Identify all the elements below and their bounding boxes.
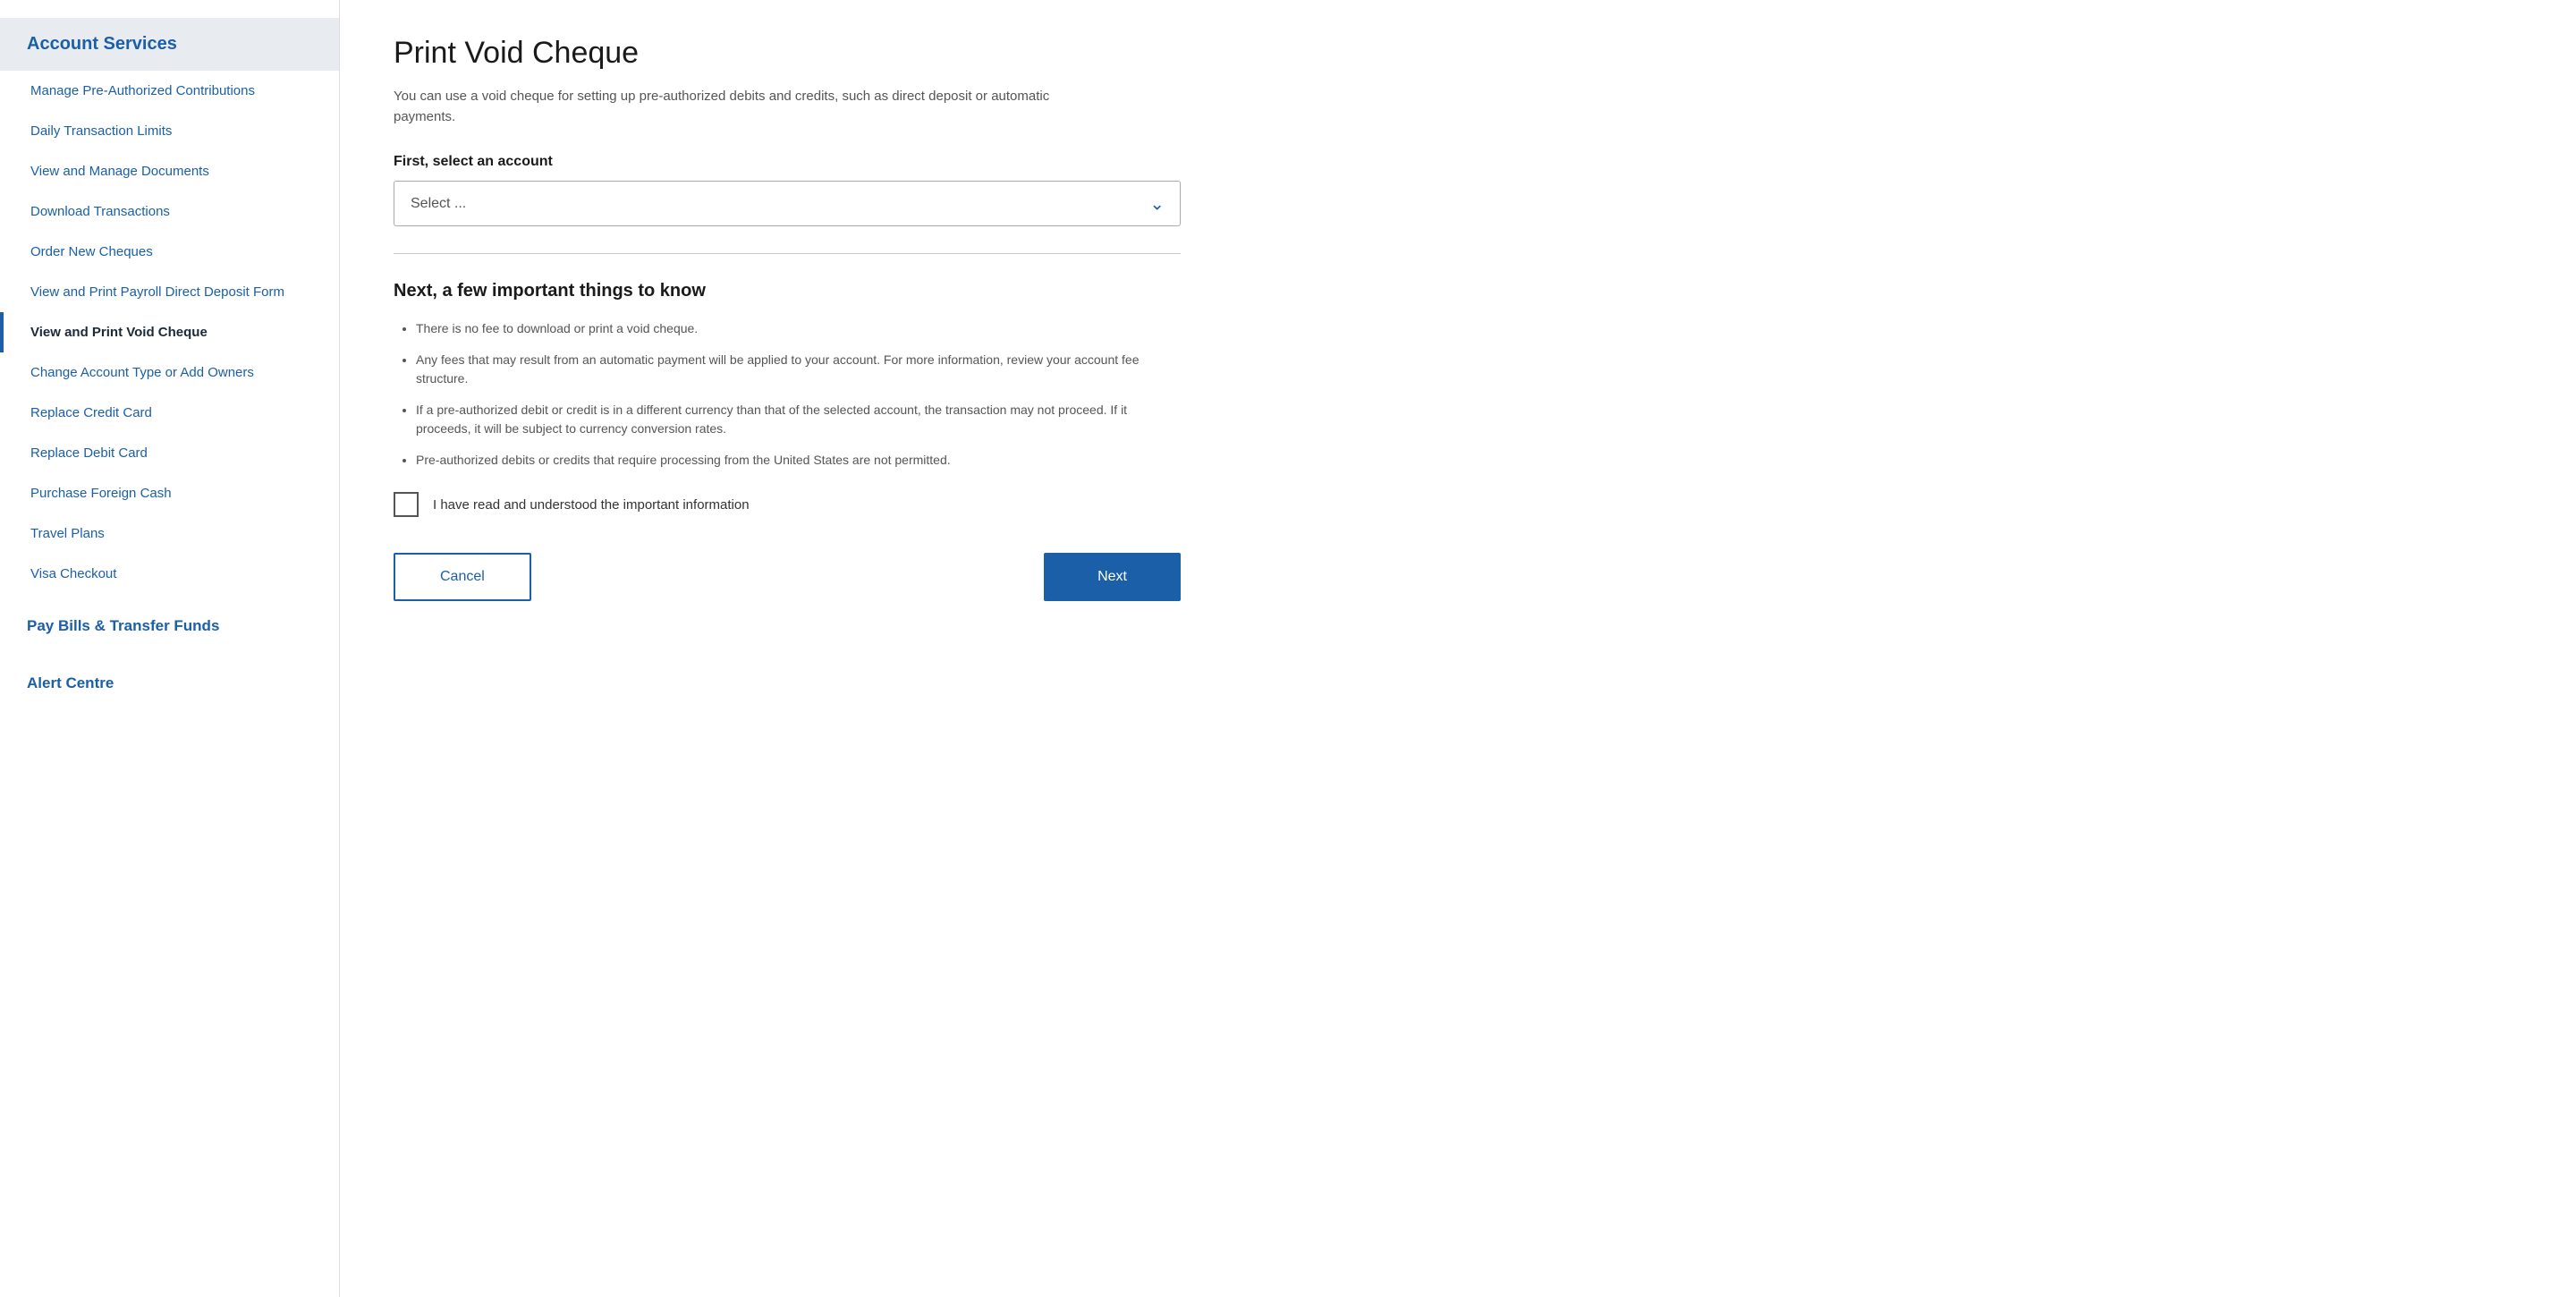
sidebar-item-view-print-payroll[interactable]: View and Print Payroll Direct Deposit Fo… (0, 272, 339, 312)
select-account-label: First, select an account (394, 154, 2522, 170)
sidebar-item-purchase-foreign-cash[interactable]: Purchase Foreign Cash (0, 473, 339, 513)
button-row: Cancel Next (394, 553, 1181, 601)
important-section: Next, a few important things to know The… (394, 281, 1181, 517)
account-services-title: Account Services (0, 18, 339, 71)
pay-bills-title[interactable]: Pay Bills & Transfer Funds (0, 601, 339, 651)
next-button[interactable]: Next (1044, 553, 1181, 601)
list-item: Any fees that may result from an automat… (416, 351, 1181, 388)
sidebar-item-daily-transaction-limits[interactable]: Daily Transaction Limits (0, 111, 339, 151)
page-description: You can use a void cheque for setting up… (394, 87, 1091, 127)
list-item: If a pre-authorized debit or credit is i… (416, 401, 1181, 438)
checkbox-row: I have read and understood the important… (394, 492, 1181, 517)
sidebar-item-view-print-void-cheque[interactable]: View and Print Void Cheque (0, 312, 339, 352)
page-container: Account Services Manage Pre-Authorized C… (0, 0, 2576, 1297)
sidebar-item-replace-debit-card[interactable]: Replace Debit Card (0, 433, 339, 473)
list-item: There is no fee to download or print a v… (416, 319, 1181, 338)
cancel-button[interactable]: Cancel (394, 553, 531, 601)
sidebar-item-change-account-type[interactable]: Change Account Type or Add Owners (0, 352, 339, 393)
account-select-wrapper: Select ... ⌄ (394, 181, 1181, 226)
sidebar-item-view-manage-documents[interactable]: View and Manage Documents (0, 151, 339, 191)
sidebar: Account Services Manage Pre-Authorized C… (0, 0, 340, 1297)
sidebar-item-replace-credit-card[interactable]: Replace Credit Card (0, 393, 339, 433)
list-item: Pre-authorized debits or credits that re… (416, 451, 1181, 470)
sidebar-item-download-transactions[interactable]: Download Transactions (0, 191, 339, 232)
checkbox-label: I have read and understood the important… (433, 497, 750, 513)
important-section-title: Next, a few important things to know (394, 281, 1181, 301)
important-list: There is no fee to download or print a v… (394, 319, 1181, 470)
sidebar-item-travel-plans[interactable]: Travel Plans (0, 513, 339, 554)
section-divider (394, 253, 1181, 254)
alert-centre-title[interactable]: Alert Centre (0, 658, 339, 708)
main-content: Print Void Cheque You can use a void che… (340, 0, 2576, 1297)
sidebar-item-order-new-cheques[interactable]: Order New Cheques (0, 232, 339, 272)
sidebar-item-manage-pre-auth[interactable]: Manage Pre-Authorized Contributions (0, 71, 339, 111)
account-select[interactable]: Select ... (394, 181, 1181, 226)
sidebar-item-visa-checkout[interactable]: Visa Checkout (0, 554, 339, 594)
acknowledge-checkbox[interactable] (394, 492, 419, 517)
page-title: Print Void Cheque (394, 36, 2522, 71)
